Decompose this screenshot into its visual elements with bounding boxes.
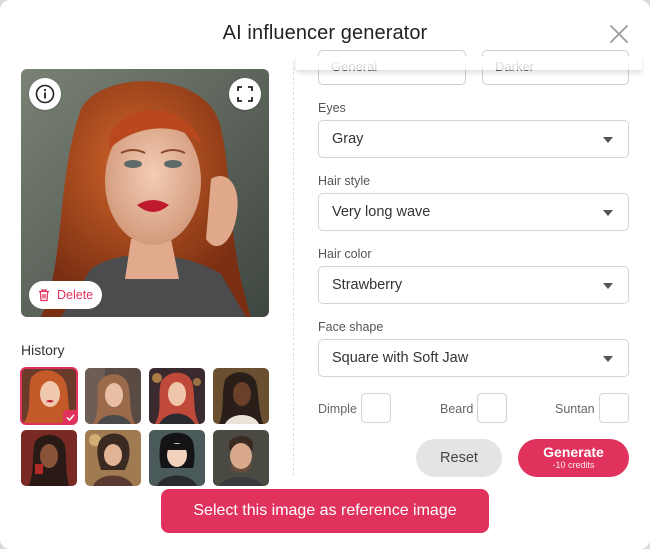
selected-check-icon (63, 410, 77, 424)
modal-title: AI influencer generator (222, 22, 428, 44)
eyes-label: Eyes (318, 101, 346, 115)
beard-checkbox[interactable] (477, 393, 507, 423)
history-thumbnail[interactable] (20, 367, 78, 425)
reset-button[interactable]: Reset (416, 439, 502, 477)
column-divider (293, 62, 294, 476)
info-icon (35, 84, 55, 104)
generate-label: Generate (543, 444, 604, 461)
thumbnail-image (213, 368, 269, 424)
dimple-label: Dimple (318, 402, 357, 416)
thumbnail-image (149, 368, 205, 424)
chevron-down-icon (603, 283, 613, 289)
delete-label: Delete (57, 288, 94, 302)
chevron-down-icon (603, 137, 613, 143)
thumbnail-image (149, 430, 205, 486)
generated-image-preview: Delete (21, 69, 269, 317)
history-heading: History (21, 342, 65, 358)
thumbnail-image (85, 368, 141, 424)
history-thumbnail[interactable] (213, 430, 269, 486)
face-shape-select[interactable]: Square with Soft Jaw (318, 339, 629, 377)
face-shape-label: Face shape (318, 320, 384, 334)
hair-color-label: Hair color (318, 247, 372, 261)
hair-color-select[interactable]: Strawberry (318, 266, 629, 304)
delete-button[interactable]: Delete (29, 281, 103, 309)
generate-button[interactable]: Generate -10 credits (518, 439, 629, 477)
history-thumbnail[interactable] (149, 368, 205, 424)
thumbnail-image (85, 430, 141, 486)
select-reference-label: Select this image as reference image (193, 502, 457, 519)
history-thumbnail[interactable] (213, 368, 269, 424)
eyes-value: Gray (332, 131, 364, 147)
dimple-checkbox[interactable] (361, 393, 391, 423)
suntan-checkbox[interactable] (599, 393, 629, 423)
close-icon[interactable] (606, 21, 632, 47)
thumbnail-image (213, 430, 269, 486)
eyes-select[interactable]: Gray (318, 120, 629, 158)
chevron-down-icon (603, 210, 613, 216)
hair-style-value: Very long wave (332, 204, 431, 220)
fullscreen-icon (237, 86, 253, 102)
history-thumbnail[interactable] (21, 430, 77, 486)
face-shape-value: Square with Soft Jaw (332, 350, 469, 366)
hair-style-select[interactable]: Very long wave (318, 193, 629, 231)
select-reference-button[interactable]: Select this image as reference image (161, 489, 489, 533)
fullscreen-button[interactable] (229, 78, 261, 110)
history-thumbnail[interactable] (85, 368, 141, 424)
info-button[interactable] (29, 78, 61, 110)
hair-style-label: Hair style (318, 174, 371, 188)
trash-icon (39, 289, 49, 302)
generate-cost: -10 credits (552, 459, 595, 470)
hair-color-value: Strawberry (332, 277, 403, 293)
beard-label: Beard (440, 402, 474, 416)
chevron-down-icon (603, 356, 613, 362)
portrait-image (21, 69, 269, 317)
thumbnail-image (21, 430, 77, 486)
suntan-label: Suntan (555, 402, 595, 416)
history-thumbnail[interactable] (85, 430, 141, 486)
generator-modal: AI influencer generator Delete History E… (0, 0, 650, 549)
reset-label: Reset (440, 450, 478, 466)
scroll-shadow (296, 56, 642, 70)
history-thumbnail[interactable] (149, 430, 205, 486)
